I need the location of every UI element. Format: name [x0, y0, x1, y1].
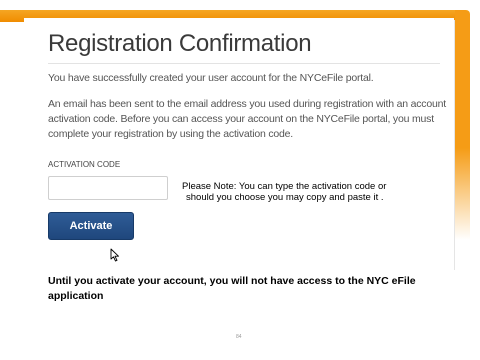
note-callout: Please Note: You can type the activation…: [182, 181, 412, 203]
activate-button[interactable]: Activate: [48, 212, 134, 240]
email-message: An email has been sent to the email addr…: [48, 98, 446, 140]
panel-edge: [454, 20, 455, 270]
activation-warning: Until you activate your account, you wil…: [48, 275, 416, 302]
page-title: Registration Confirmation: [48, 30, 312, 57]
note-line-2: should you choose you may copy and paste…: [186, 192, 384, 203]
slide-accent-bar-right: [455, 10, 470, 240]
success-message: You have successfully created your user …: [48, 72, 374, 84]
activation-code-label: ACTIVATION CODE: [48, 160, 121, 169]
mouse-pointer-icon: [110, 248, 119, 262]
title-divider: [48, 63, 440, 64]
note-line-1: Please Note: You can type the activation…: [182, 181, 387, 192]
slide-page-number: 84: [236, 334, 242, 340]
activation-code-input[interactable]: [48, 176, 168, 200]
